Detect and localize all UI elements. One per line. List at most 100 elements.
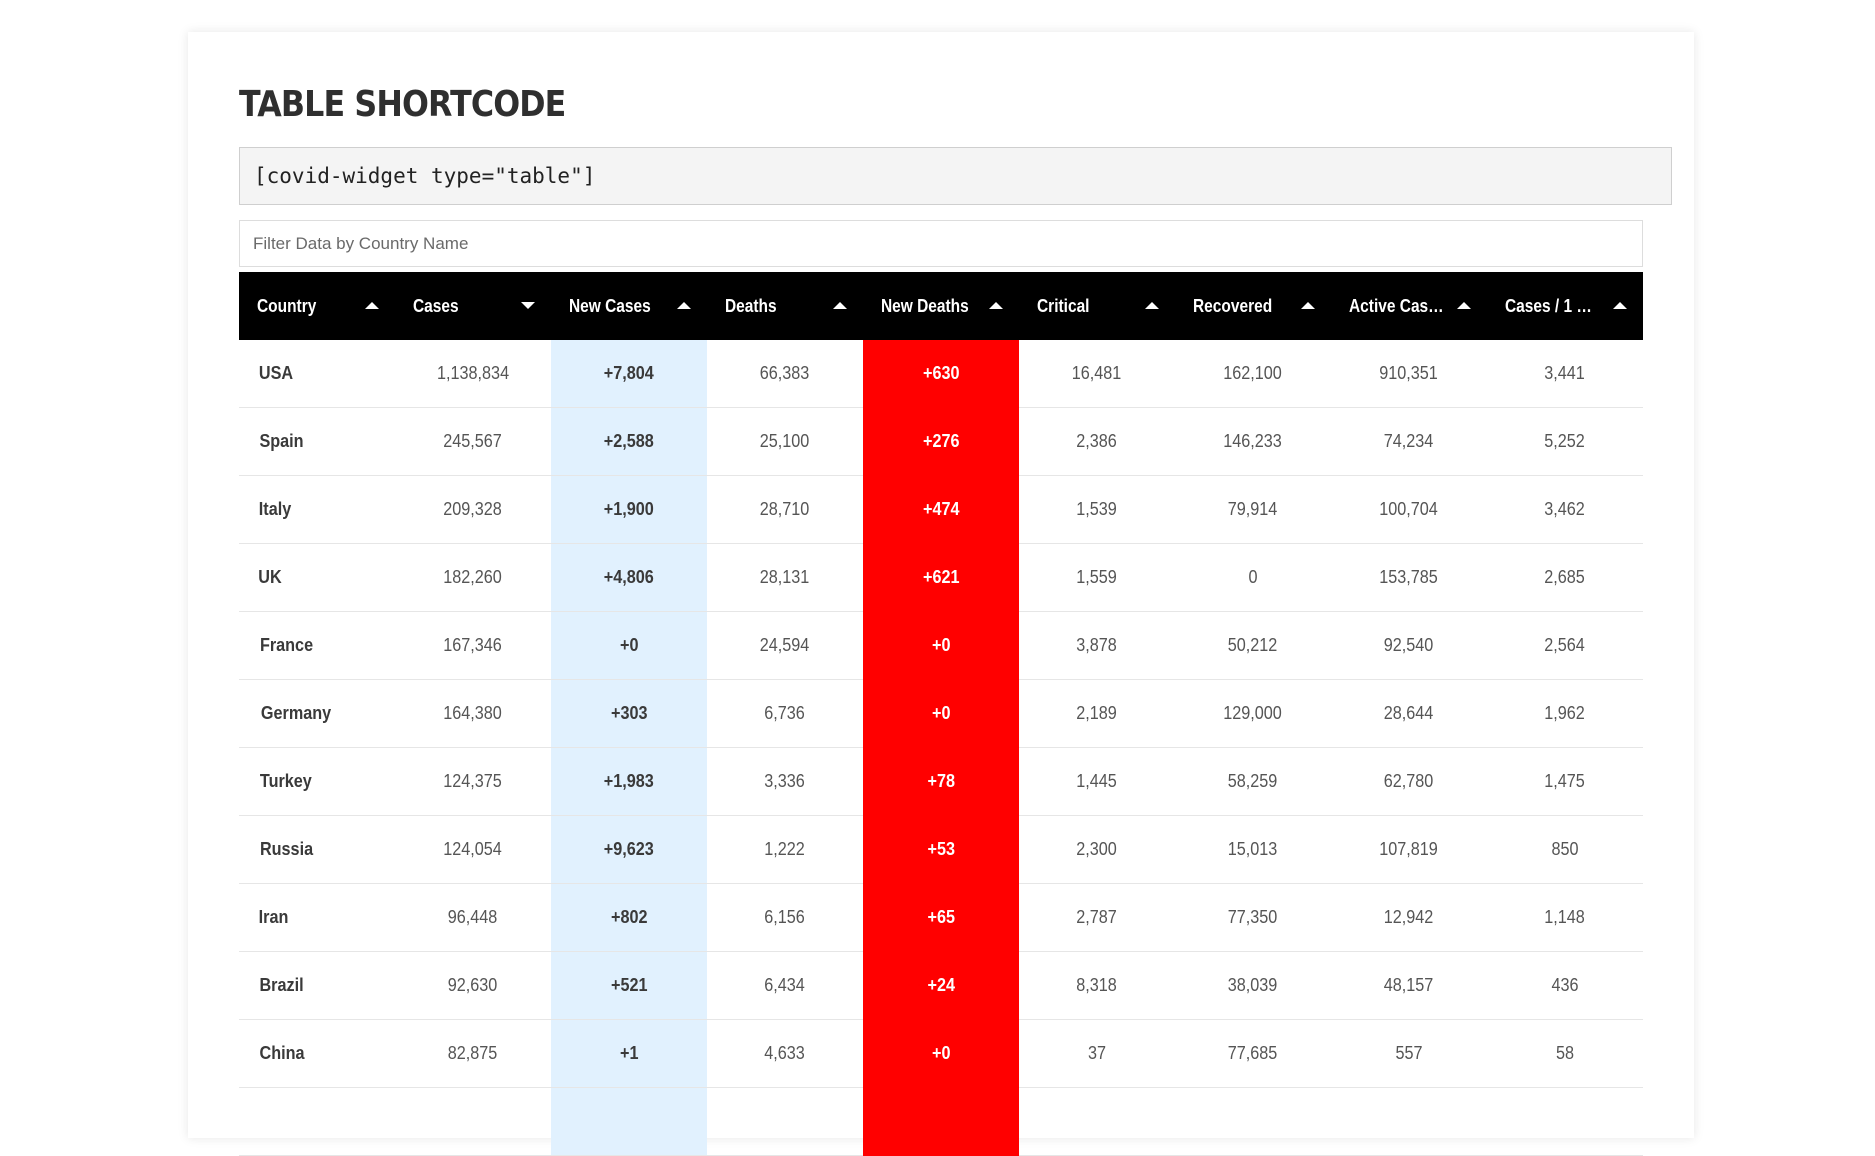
column-header-deaths[interactable]: Deaths	[707, 272, 863, 340]
cases-per-million-value: 1,962	[1544, 703, 1586, 723]
column-header-critical[interactable]: Critical	[1019, 272, 1175, 340]
cases-value: 124,054	[443, 839, 503, 859]
sort-up-icon[interactable]	[365, 302, 379, 309]
sort-up-icon[interactable]	[677, 302, 691, 309]
column-header-country[interactable]: Country	[239, 272, 395, 340]
country-value: Turkey	[259, 771, 312, 791]
critical-cell: 3,878	[1019, 611, 1175, 680]
new-deaths-cell: +0	[863, 1019, 1019, 1088]
deaths-value: 25,100	[760, 431, 810, 451]
column-header-cases-per-million[interactable]: Cases / 1 Mi...	[1487, 272, 1643, 340]
sort-up-icon[interactable]	[1301, 302, 1315, 309]
table-row: UK 182,260 +4,806 28,131 +621 1,559 0 153,785 2,…	[239, 543, 1643, 612]
active-cases-cell	[1331, 1087, 1487, 1156]
sort-up-icon[interactable]	[1457, 302, 1471, 309]
sort-up-icon[interactable]	[989, 302, 1003, 309]
sort-up-icon[interactable]	[1145, 302, 1159, 309]
country-cell: France	[239, 611, 395, 680]
active-cases-cell: 92,540	[1331, 611, 1487, 680]
cases-per-million-value: 58	[1555, 1043, 1575, 1063]
cases-cell: 92,630	[395, 951, 551, 1020]
recovered-cell: 146,233	[1175, 407, 1331, 476]
table-row: USA 1,138,834 +7,804 66,383 +630 16,481 162,10…	[239, 340, 1643, 408]
deaths-cell: 24,594	[707, 611, 863, 680]
new-deaths-cell: +65	[863, 883, 1019, 952]
country-cell: Germany	[239, 679, 395, 748]
new-cases-cell: +802	[551, 883, 707, 952]
cases-per-million-cell: 58	[1487, 1019, 1643, 1088]
recovered-cell: 58,259	[1175, 747, 1331, 816]
critical-cell: 2,787	[1019, 883, 1175, 952]
critical-cell: 1,445	[1019, 747, 1175, 816]
new-deaths-value: +53	[927, 839, 955, 859]
active-cases-cell: 74,234	[1331, 407, 1487, 476]
table-row: China 82,875 +1 4,633 +0 37 77,685 557 58	[239, 1019, 1643, 1088]
recovered-cell	[1175, 1087, 1331, 1156]
column-header-recovered[interactable]: Recovered	[1175, 272, 1331, 340]
covid-data-table: Country Cases New Cases Deaths New Deaths Cri…	[239, 272, 1643, 1156]
active-cases-cell: 557	[1331, 1019, 1487, 1088]
active-cases-cell: 107,819	[1331, 815, 1487, 884]
column-header-new-cases[interactable]: New Cases	[551, 272, 707, 340]
deaths-cell	[707, 1087, 863, 1156]
new-cases-value: +0	[619, 635, 639, 655]
cases-per-million-cell: 850	[1487, 815, 1643, 884]
column-header-label: Critical	[1037, 295, 1090, 316]
critical-value: 2,189	[1076, 703, 1118, 723]
column-header-new-deaths[interactable]: New Deaths	[863, 272, 1019, 340]
column-header-label: New Cases	[569, 295, 651, 316]
cases-value: 1,138,834	[436, 363, 510, 383]
critical-value: 2,300	[1076, 839, 1118, 859]
critical-value: 8,318	[1076, 975, 1118, 995]
new-cases-cell: +2,588	[551, 407, 707, 476]
new-cases-value: +4,806	[603, 567, 655, 587]
column-header-active-cases[interactable]: Active Cases	[1331, 272, 1487, 340]
new-deaths-value: +0	[931, 1043, 951, 1063]
cases-value: 245,567	[443, 431, 503, 451]
shortcode-code-block: [covid-widget type="table"]	[239, 147, 1672, 205]
new-deaths-cell: +474	[863, 475, 1019, 544]
column-header-cases[interactable]: Cases	[395, 272, 551, 340]
country-filter-input[interactable]	[239, 220, 1643, 267]
country-value: France	[259, 635, 314, 655]
active-cases-value: 107,819	[1379, 839, 1439, 859]
new-cases-value: +1	[619, 1043, 639, 1063]
deaths-cell: 6,736	[707, 679, 863, 748]
cases-per-million-value: 436	[1551, 975, 1579, 995]
column-header-label: Recovered	[1193, 295, 1273, 316]
critical-cell: 2,300	[1019, 815, 1175, 884]
new-cases-cell: +4,806	[551, 543, 707, 612]
cases-value: 96,448	[448, 907, 498, 927]
active-cases-cell: 910,351	[1331, 340, 1487, 408]
sort-up-icon[interactable]	[833, 302, 847, 309]
new-deaths-cell: +0	[863, 611, 1019, 680]
cases-cell: 209,328	[395, 475, 551, 544]
country-value: China	[259, 1043, 305, 1063]
country-value: Germany	[260, 703, 332, 723]
critical-cell: 1,559	[1019, 543, 1175, 612]
cases-per-million-cell: 5,252	[1487, 407, 1643, 476]
country-cell: Russia	[239, 815, 395, 884]
new-deaths-cell: +630	[863, 340, 1019, 408]
deaths-value: 28,131	[760, 567, 810, 587]
cases-per-million-value: 5,252	[1544, 431, 1586, 451]
new-cases-cell: +521	[551, 951, 707, 1020]
deaths-value: 6,156	[764, 907, 806, 927]
sort-up-icon[interactable]	[1613, 302, 1627, 309]
new-cases-value: +7,804	[603, 363, 655, 383]
deaths-cell: 25,100	[707, 407, 863, 476]
recovered-cell: 38,039	[1175, 951, 1331, 1020]
recovered-value: 15,013	[1228, 839, 1278, 859]
table-row	[239, 1087, 1643, 1156]
active-cases-value: 48,157	[1384, 975, 1434, 995]
active-cases-cell: 12,942	[1331, 883, 1487, 952]
cases-value: 209,328	[443, 499, 503, 519]
cases-per-million-value: 2,564	[1544, 635, 1586, 655]
deaths-value: 1,222	[764, 839, 806, 859]
active-cases-value: 12,942	[1384, 907, 1434, 927]
new-cases-value: +1,983	[603, 771, 655, 791]
cases-per-million-value: 3,441	[1544, 363, 1586, 383]
cases-per-million-cell: 3,462	[1487, 475, 1643, 544]
sort-down-icon[interactable]	[521, 302, 535, 309]
recovered-cell: 50,212	[1175, 611, 1331, 680]
